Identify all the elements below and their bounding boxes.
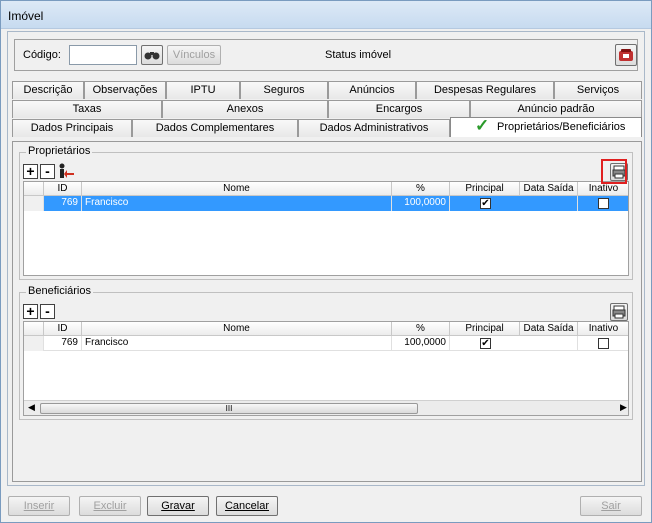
- vinculos-button[interactable]: Vínculos: [167, 45, 221, 65]
- row-data-saida: [520, 336, 578, 351]
- add-proprietario-button[interactable]: +: [23, 164, 38, 179]
- beneficiarios-table[interactable]: ID Nome % Principal Data Saída Inativo 7…: [23, 321, 629, 416]
- principal-checkbox[interactable]: ✔: [480, 338, 491, 349]
- col-inativo[interactable]: Inativo: [578, 182, 628, 196]
- transfer-owner-icon[interactable]: [57, 163, 75, 180]
- scroll-thumb[interactable]: III: [40, 403, 418, 414]
- col-nome[interactable]: Nome: [82, 322, 392, 336]
- add-beneficiario-button[interactable]: +: [23, 304, 38, 319]
- binoculars-icon: [144, 52, 160, 60]
- tab-anexos[interactable]: Anexos: [162, 100, 328, 118]
- phone-icon: [619, 49, 633, 61]
- bottom-toolbar: Inserir Excluir Gravar Cancelar Sair: [1, 488, 651, 522]
- tab-anuncio-padrao[interactable]: Anúncio padrão: [470, 100, 642, 118]
- imovel-window: Imóvel Código: Vínculos Status imóvel De…: [0, 0, 652, 523]
- tab-dados-complementares[interactable]: Dados Complementares: [132, 119, 298, 137]
- row-data-saida: [520, 196, 578, 211]
- print-button-beneficiarios[interactable]: [610, 303, 628, 321]
- col-percent[interactable]: %: [392, 322, 450, 336]
- proprietarios-title: Proprietários: [26, 145, 93, 157]
- sair-button[interactable]: Sair: [580, 496, 642, 516]
- tab-despesas-regulares[interactable]: Despesas Regulares: [416, 81, 554, 99]
- tab-iptu[interactable]: IPTU: [166, 81, 240, 99]
- tab-proprietarios-beneficiarios[interactable]: ✓ Proprietários/Beneficiários: [450, 117, 642, 137]
- tab-encargos[interactable]: Encargos: [328, 100, 470, 118]
- col-inativo[interactable]: Inativo: [578, 322, 628, 336]
- proprietarios-group: Proprietários + - ID Nome % Principal Da…: [19, 145, 633, 280]
- cancelar-button[interactable]: Cancelar: [216, 496, 278, 516]
- tab-label: Proprietários/Beneficiários: [497, 121, 626, 133]
- tab-descricao[interactable]: Descrição: [12, 81, 84, 99]
- row-percent: 100,0000: [392, 196, 450, 211]
- beneficiarios-group: Beneficiários + - ID Nome % Principal Da…: [19, 285, 633, 420]
- col-principal[interactable]: Principal: [450, 182, 520, 196]
- code-panel: Código: Vínculos Status imóvel: [14, 39, 638, 71]
- col-principal[interactable]: Principal: [450, 322, 520, 336]
- tab-taxas[interactable]: Taxas: [12, 100, 162, 118]
- status-label: Status imóvel: [325, 49, 392, 61]
- phone-button[interactable]: [615, 44, 637, 66]
- row-id: 769: [44, 336, 82, 351]
- row-nome: Francisco: [82, 336, 392, 351]
- printer-icon: [612, 305, 626, 319]
- tab-seguros[interactable]: Seguros: [240, 81, 328, 99]
- search-button[interactable]: [141, 45, 163, 65]
- tab-dados-administrativos[interactable]: Dados Administrativos: [298, 119, 450, 137]
- code-input[interactable]: [69, 45, 137, 65]
- tab-servicos[interactable]: Serviços: [554, 81, 642, 99]
- main-content: Código: Vínculos Status imóvel Descrição…: [7, 31, 645, 486]
- table-row[interactable]: 769 Francisco 100,0000 ✔: [24, 196, 628, 211]
- col-percent[interactable]: %: [392, 182, 450, 196]
- code-label: Código:: [23, 49, 61, 61]
- checkmark-icon: ✓: [475, 116, 490, 135]
- col-nome[interactable]: Nome: [82, 182, 392, 196]
- window-title: Imóvel: [8, 9, 44, 23]
- row-percent: 100,0000: [392, 336, 450, 351]
- row-nome: Francisco: [82, 196, 392, 211]
- tab-anuncios[interactable]: Anúncios: [328, 81, 416, 99]
- remove-beneficiario-button[interactable]: -: [40, 304, 55, 319]
- scroll-left-icon[interactable]: ◀: [28, 402, 35, 413]
- title-bar: Imóvel: [1, 1, 651, 29]
- horizontal-scrollbar[interactable]: ◀ III ▶: [24, 400, 628, 415]
- inativo-checkbox[interactable]: [598, 338, 609, 349]
- principal-checkbox[interactable]: ✔: [480, 198, 491, 209]
- inativo-checkbox[interactable]: [598, 198, 609, 209]
- col-id[interactable]: ID: [44, 322, 82, 336]
- col-data-saida[interactable]: Data Saída: [520, 322, 578, 336]
- tab-observacoes[interactable]: Observações: [84, 81, 166, 99]
- highlight-box: [601, 159, 627, 184]
- gravar-button[interactable]: Gravar: [147, 496, 209, 516]
- beneficiarios-title: Beneficiários: [26, 285, 93, 297]
- col-id[interactable]: ID: [44, 182, 82, 196]
- excluir-button[interactable]: Excluir: [79, 496, 141, 516]
- remove-proprietario-button[interactable]: -: [40, 164, 55, 179]
- tab-panel: Proprietários + - ID Nome % Principal Da…: [12, 141, 642, 482]
- tab-dados-principais[interactable]: Dados Principais: [12, 119, 132, 137]
- row-id: 769: [44, 196, 82, 211]
- inserir-button[interactable]: Inserir: [8, 496, 70, 516]
- table-row[interactable]: 769 Francisco 100,0000 ✔: [24, 336, 628, 351]
- scroll-right-icon[interactable]: ▶: [620, 402, 627, 413]
- proprietarios-table[interactable]: ID Nome % Principal Data Saída Inativo 7…: [23, 181, 629, 276]
- col-data-saida[interactable]: Data Saída: [520, 182, 578, 196]
